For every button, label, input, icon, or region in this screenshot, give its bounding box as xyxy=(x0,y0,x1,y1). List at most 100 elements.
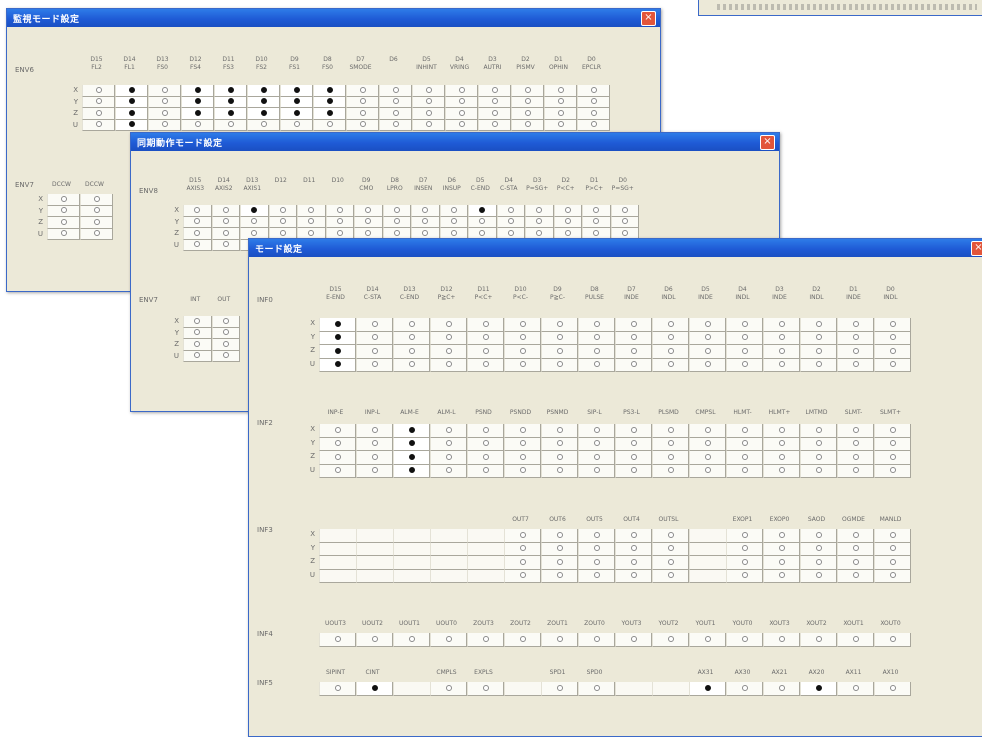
radio-unselected-icon[interactable] xyxy=(778,453,785,460)
radio-unselected-icon[interactable] xyxy=(519,320,526,327)
radio-cell[interactable] xyxy=(115,108,148,120)
radio-cell[interactable] xyxy=(652,556,689,570)
radio-cell[interactable] xyxy=(356,358,393,372)
radio-unselected-icon[interactable] xyxy=(519,545,526,552)
radio-cell[interactable] xyxy=(763,569,800,583)
radio-cell[interactable] xyxy=(800,345,837,359)
radio-unselected-icon[interactable] xyxy=(704,361,711,368)
radio-unselected-icon[interactable] xyxy=(93,218,100,225)
radio-unselected-icon[interactable] xyxy=(667,453,674,460)
radio-unselected-icon[interactable] xyxy=(222,229,229,236)
radio-unselected-icon[interactable] xyxy=(741,545,748,552)
radio-cell[interactable] xyxy=(467,331,504,345)
radio-unselected-icon[interactable] xyxy=(445,453,452,460)
close-icon[interactable]: × xyxy=(760,135,775,150)
radio-cell[interactable] xyxy=(115,96,148,108)
radio-cell[interactable] xyxy=(544,96,577,108)
radio-cell[interactable] xyxy=(615,331,652,345)
radio-unselected-icon[interactable] xyxy=(593,206,600,213)
radio-selected-icon[interactable] xyxy=(408,467,415,474)
radio-cell[interactable] xyxy=(800,633,837,647)
radio-unselected-icon[interactable] xyxy=(227,121,234,128)
radio-cell[interactable] xyxy=(211,327,240,339)
radio-unselected-icon[interactable] xyxy=(365,206,372,213)
radio-cell[interactable] xyxy=(356,682,393,696)
radio-cell[interactable] xyxy=(379,108,412,120)
radio-unselected-icon[interactable] xyxy=(519,572,526,579)
radio-unselected-icon[interactable] xyxy=(889,558,896,565)
radio-cell[interactable] xyxy=(356,318,393,332)
radio-cell[interactable] xyxy=(319,633,356,647)
radio-cell[interactable] xyxy=(214,85,247,97)
radio-unselected-icon[interactable] xyxy=(889,361,896,368)
radio-selected-icon[interactable] xyxy=(293,98,300,105)
radio-cell[interactable] xyxy=(837,331,874,345)
radio-unselected-icon[interactable] xyxy=(593,218,600,225)
radio-unselected-icon[interactable] xyxy=(556,426,563,433)
radio-cell[interactable] xyxy=(578,556,615,570)
radio-unselected-icon[interactable] xyxy=(334,684,341,691)
radio-unselected-icon[interactable] xyxy=(593,684,600,691)
radio-cell[interactable] xyxy=(541,569,578,583)
radio-cell[interactable] xyxy=(504,451,541,465)
radio-cell[interactable] xyxy=(211,350,240,362)
radio-unselected-icon[interactable] xyxy=(161,98,168,105)
radio-unselected-icon[interactable] xyxy=(778,531,785,538)
radio-cell[interactable] xyxy=(467,424,504,438)
radio-unselected-icon[interactable] xyxy=(590,121,597,128)
radio-unselected-icon[interactable] xyxy=(556,558,563,565)
radio-cell[interactable] xyxy=(346,119,379,131)
radio-cell[interactable] xyxy=(319,331,356,345)
radio-unselected-icon[interactable] xyxy=(557,98,564,105)
radio-cell[interactable] xyxy=(393,358,430,372)
radio-unselected-icon[interactable] xyxy=(519,635,526,642)
radio-unselected-icon[interactable] xyxy=(392,109,399,116)
radio-unselected-icon[interactable] xyxy=(621,206,628,213)
radio-cell[interactable] xyxy=(411,205,440,217)
radio-unselected-icon[interactable] xyxy=(667,467,674,474)
radio-selected-icon[interactable] xyxy=(227,86,234,93)
radio-unselected-icon[interactable] xyxy=(334,467,341,474)
radio-unselected-icon[interactable] xyxy=(519,426,526,433)
radio-cell[interactable] xyxy=(467,437,504,451)
radio-unselected-icon[interactable] xyxy=(482,361,489,368)
radio-selected-icon[interactable] xyxy=(260,86,267,93)
radio-cell[interactable] xyxy=(578,464,615,478)
radio-unselected-icon[interactable] xyxy=(194,218,201,225)
radio-unselected-icon[interactable] xyxy=(630,320,637,327)
radio-unselected-icon[interactable] xyxy=(815,635,822,642)
radio-unselected-icon[interactable] xyxy=(741,361,748,368)
radio-cell[interactable] xyxy=(837,569,874,583)
radio-cell[interactable] xyxy=(615,358,652,372)
radio-unselected-icon[interactable] xyxy=(60,218,67,225)
radio-cell[interactable] xyxy=(356,464,393,478)
radio-cell[interactable] xyxy=(445,96,478,108)
radio-unselected-icon[interactable] xyxy=(371,334,378,341)
radio-unselected-icon[interactable] xyxy=(326,121,333,128)
radio-cell[interactable] xyxy=(578,318,615,332)
radio-cell[interactable] xyxy=(689,464,726,478)
radio-cell[interactable] xyxy=(467,358,504,372)
radio-unselected-icon[interactable] xyxy=(359,86,366,93)
radio-cell[interactable] xyxy=(874,451,911,465)
radio-unselected-icon[interactable] xyxy=(359,121,366,128)
radio-cell[interactable] xyxy=(115,85,148,97)
radio-cell[interactable] xyxy=(689,345,726,359)
radio-unselected-icon[interactable] xyxy=(482,426,489,433)
radio-unselected-icon[interactable] xyxy=(704,635,711,642)
radio-cell[interactable] xyxy=(726,633,763,647)
radio-cell[interactable] xyxy=(511,119,544,131)
radio-cell[interactable] xyxy=(183,350,212,362)
radio-cell[interactable] xyxy=(467,345,504,359)
radio-unselected-icon[interactable] xyxy=(889,440,896,447)
radio-cell[interactable] xyxy=(247,119,280,131)
radio-cell[interactable] xyxy=(430,424,467,438)
radio-unselected-icon[interactable] xyxy=(667,635,674,642)
radio-cell[interactable] xyxy=(610,216,639,228)
radio-unselected-icon[interactable] xyxy=(260,121,267,128)
radio-unselected-icon[interactable] xyxy=(482,684,489,691)
radio-unselected-icon[interactable] xyxy=(95,121,102,128)
radio-unselected-icon[interactable] xyxy=(778,545,785,552)
radio-unselected-icon[interactable] xyxy=(308,229,315,236)
radio-unselected-icon[interactable] xyxy=(741,558,748,565)
